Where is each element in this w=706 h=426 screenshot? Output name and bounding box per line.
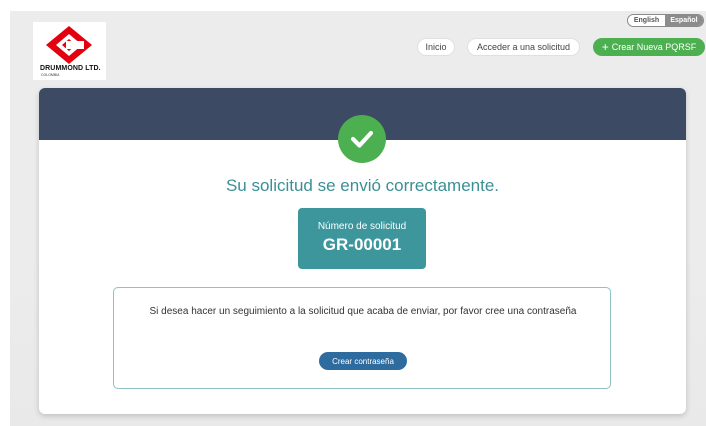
check-circle-icon xyxy=(338,115,386,163)
company-logo[interactable]: DRUMMOND LTD. COLOMBIA xyxy=(33,22,106,80)
logo-name: DRUMMOND LTD. xyxy=(40,65,101,72)
request-number-value: GR-00001 xyxy=(322,235,402,254)
drummond-logo-icon xyxy=(46,26,92,64)
password-info-box: Si desea hacer un seguimiento a la solic… xyxy=(113,287,611,389)
request-number-box: Número de solicitud GR-00001 xyxy=(298,208,426,269)
home-button[interactable]: Inicio xyxy=(417,38,455,56)
password-info-text: Si desea hacer un seguimiento a la solic… xyxy=(149,306,577,317)
page-background: DRUMMOND LTD. COLOMBIA English Español I… xyxy=(10,11,706,426)
request-number-label: Número de solicitud xyxy=(317,221,407,232)
create-request-label: Crear Nueva PQRSF xyxy=(611,42,697,52)
language-english[interactable]: English xyxy=(628,15,665,26)
logo-subtitle: COLOMBIA xyxy=(41,73,60,77)
language-switch: English Español xyxy=(627,14,704,27)
success-title: Su solicitud se envió correctamente. xyxy=(225,176,500,195)
access-request-button[interactable]: Acceder a una solicitud xyxy=(467,38,580,56)
create-request-button[interactable]: + Crear Nueva PQRSF xyxy=(593,38,705,56)
create-password-button[interactable]: Crear contraseña xyxy=(319,352,407,370)
plus-icon: + xyxy=(601,40,609,54)
checkmark-icon xyxy=(350,130,374,148)
confirmation-card: Su solicitud se envió correctamente. Núm… xyxy=(39,88,686,414)
language-spanish[interactable]: Español xyxy=(665,15,703,26)
